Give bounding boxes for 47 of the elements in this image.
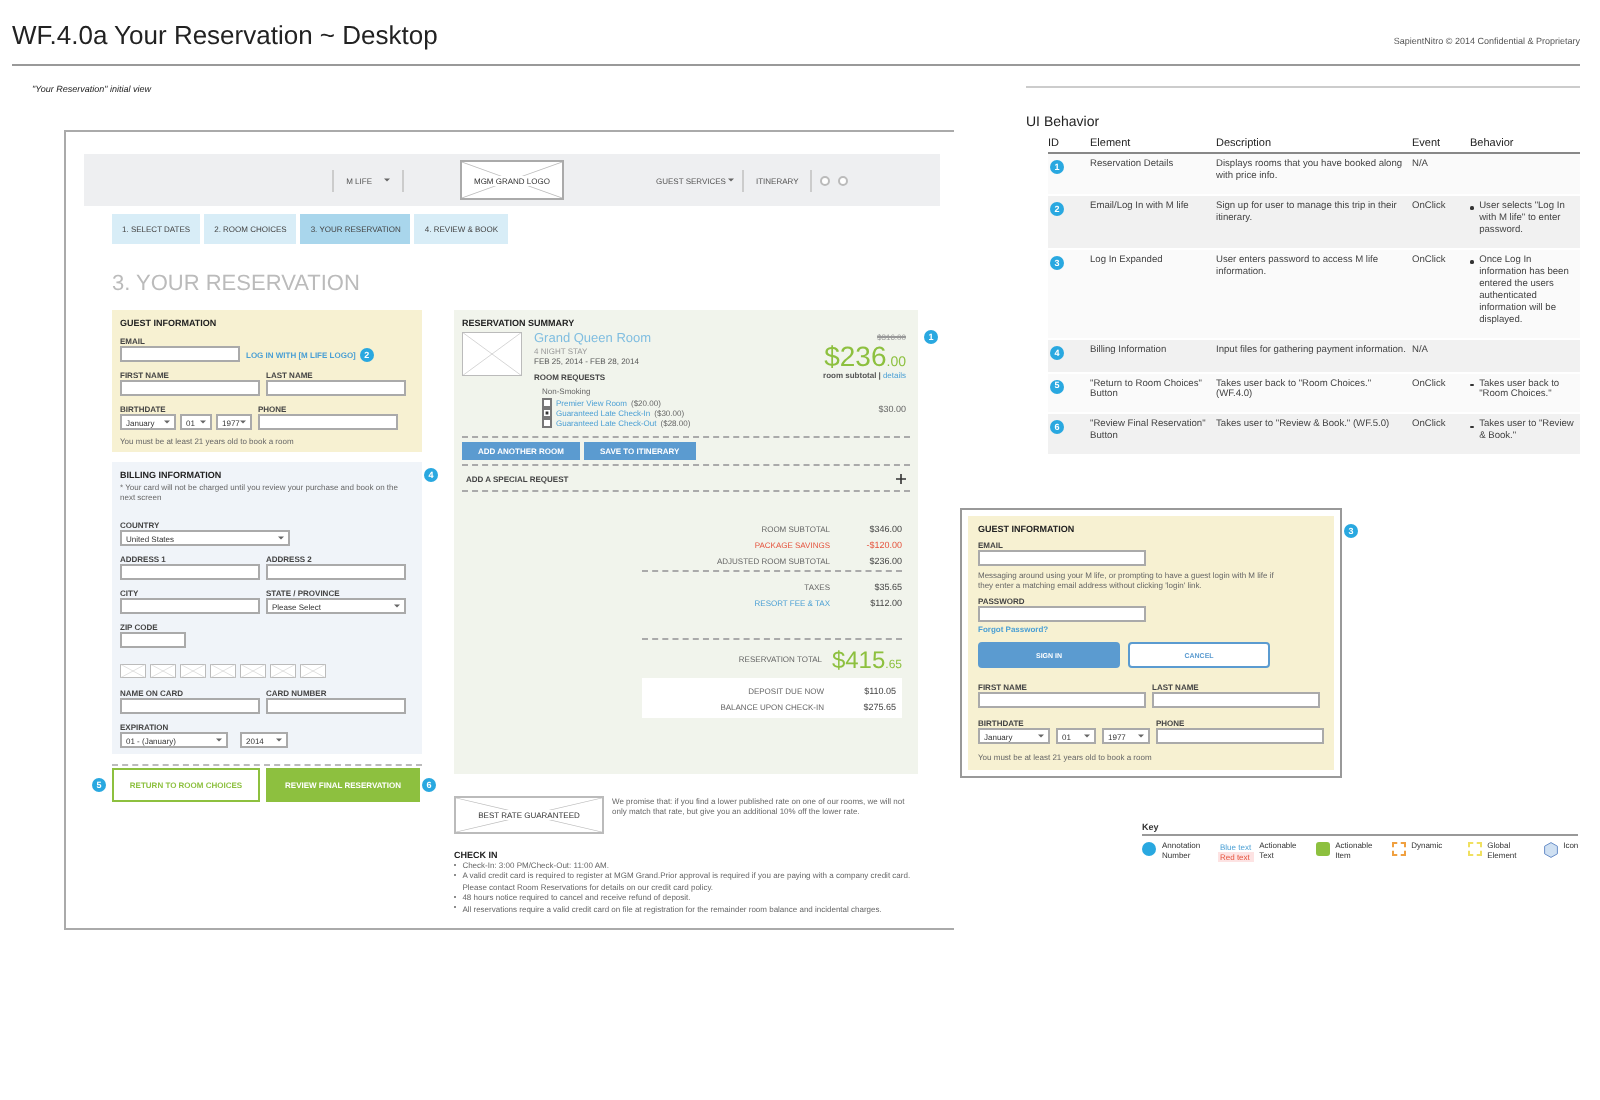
last-name-field[interactable] <box>1152 692 1320 709</box>
checkbox[interactable] <box>542 398 552 408</box>
page-heading: 3. YOUR RESERVATION <box>112 272 362 296</box>
card-logo-placeholder-icon <box>270 664 296 678</box>
caret-icon <box>1038 734 1044 739</box>
button-sample-icon <box>1315 842 1330 857</box>
first-name-field[interactable] <box>120 380 260 396</box>
caret-icon <box>384 178 390 182</box>
card-logo-placeholder-icon <box>120 664 146 678</box>
card-logo-placeholder-icon <box>210 664 236 678</box>
email-field[interactable] <box>120 346 240 362</box>
caret-icon <box>276 738 282 742</box>
checkbox[interactable] <box>542 418 552 428</box>
caret-icon <box>216 738 222 742</box>
phone-field[interactable] <box>1156 728 1324 745</box>
circle-icon[interactable] <box>838 175 849 185</box>
caret-icon <box>200 420 206 424</box>
circle-icon[interactable] <box>820 175 831 185</box>
image-placeholder-icon <box>462 332 522 376</box>
zip-field[interactable] <box>120 632 186 648</box>
hexagon-icon <box>1543 842 1558 859</box>
caret-icon <box>240 420 246 424</box>
address-field[interactable] <box>120 564 260 580</box>
dashed-square-icon <box>1391 842 1406 857</box>
card-logo-placeholder-icon <box>180 664 206 678</box>
document-title: WF.4.0a Your Reservation ~ Desktop <box>12 19 438 49</box>
card-logo-placeholder-icon <box>300 664 326 678</box>
last-name-field[interactable] <box>266 380 406 396</box>
city-field[interactable] <box>120 598 260 614</box>
password-field[interactable] <box>978 606 1146 623</box>
plus-icon[interactable] <box>896 473 906 483</box>
address-field[interactable] <box>266 564 406 580</box>
caret-icon <box>1138 734 1144 739</box>
dashed-square-icon <box>1467 842 1482 857</box>
phone-field[interactable] <box>258 414 398 430</box>
email-field[interactable] <box>978 550 1146 567</box>
caret-icon <box>1084 734 1090 739</box>
caret-icon <box>164 420 170 424</box>
card-number-field[interactable] <box>266 698 406 714</box>
card-logo-placeholder-icon <box>150 664 176 678</box>
card-logo-placeholder-icon <box>240 664 266 678</box>
annotation-sample-icon <box>1142 842 1156 857</box>
caret-icon <box>278 536 284 540</box>
caret-icon <box>727 178 734 182</box>
caret-icon <box>394 604 400 608</box>
name-on-card-field[interactable] <box>120 698 260 714</box>
first-name-field[interactable] <box>978 692 1146 709</box>
